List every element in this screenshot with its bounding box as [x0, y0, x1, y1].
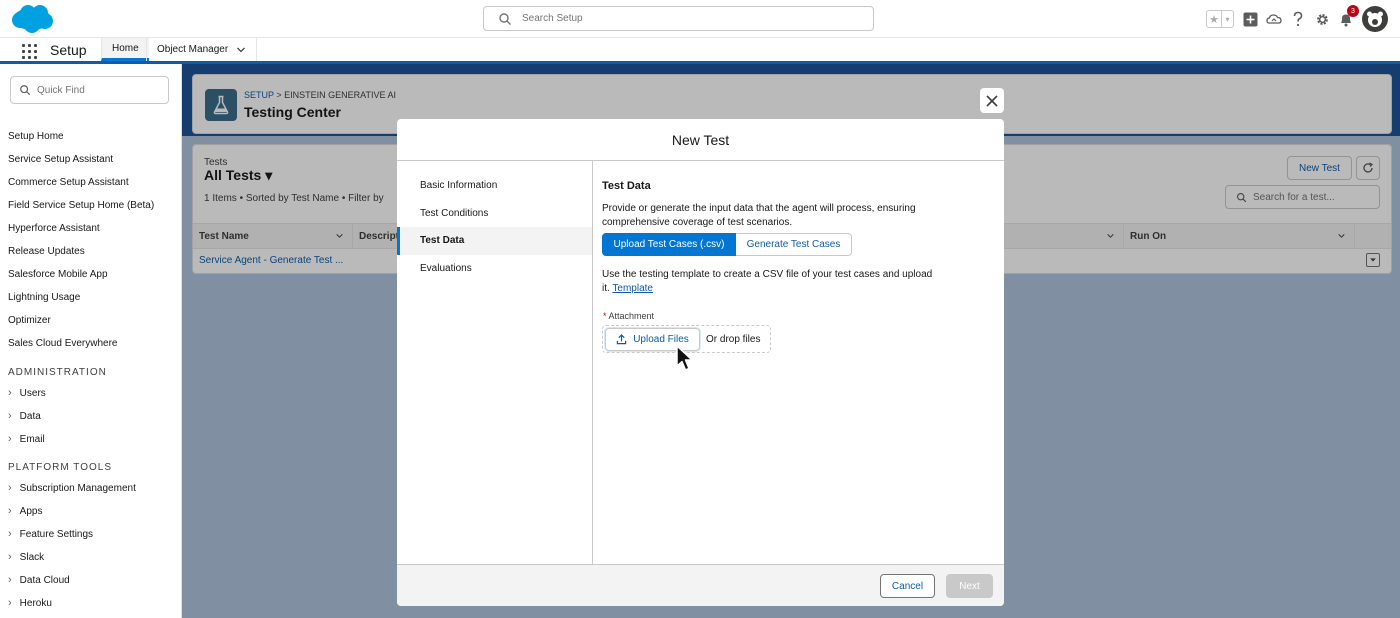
header-utility-icons: ★ ▾ 3 [1206, 5, 1388, 33]
step-content: Test Data Provide or generate the input … [602, 161, 997, 564]
sidebar-item-data-cloud[interactable]: Data Cloud [8, 572, 178, 595]
template-link[interactable]: Template [612, 283, 653, 294]
sidebar-item-sales-cloud-everywhere[interactable]: Sales Cloud Everywhere [8, 336, 178, 359]
star-icon[interactable]: ★ [1207, 11, 1221, 27]
attachment-label: * Attachment [603, 311, 654, 321]
step-test-data[interactable]: Test Data [397, 227, 592, 255]
context-bar: Setup Home Object Manager [0, 38, 1400, 64]
wizard-steps: Basic Information Test Conditions Test D… [397, 161, 593, 564]
next-button[interactable]: Next [946, 574, 993, 598]
favorites-button[interactable]: ★ ▾ [1206, 10, 1234, 28]
step-evaluations[interactable]: Evaluations [397, 255, 592, 283]
section-description: Provide or generate the input data that … [602, 203, 916, 228]
tab-object-manager[interactable]: Object Manager [146, 38, 258, 61]
setup-sidebar: Quick Find Setup Home Service Setup Assi… [0, 64, 182, 618]
sidebar-nav: Setup Home Service Setup Assistant Comme… [8, 129, 178, 618]
template-help-text: Use the testing template to create a CSV… [602, 268, 942, 296]
sidebar-item-data[interactable]: Data [8, 408, 178, 431]
upload-icon [616, 334, 627, 345]
section-title: Test Data [602, 180, 651, 192]
sidebar-item-lightning-usage[interactable]: Lightning Usage [8, 290, 178, 313]
salesforce-logo-icon[interactable] [10, 4, 54, 34]
data-source-toggle: Upload Test Cases (.csv) Generate Test C… [602, 233, 852, 256]
gear-icon[interactable] [1314, 11, 1330, 27]
notification-count-badge: 3 [1347, 5, 1359, 17]
required-indicator: * [603, 311, 607, 321]
sidebar-item-heroku[interactable]: Heroku [8, 595, 178, 618]
trailhead-icon[interactable] [1266, 11, 1282, 27]
tab-object-manager-label: Object Manager [157, 44, 229, 55]
step-test-conditions[interactable]: Test Conditions [397, 200, 592, 228]
chevron-down-icon[interactable] [236, 45, 246, 55]
upload-files-label: Upload Files [633, 334, 689, 345]
tab-home-label: Home [112, 42, 139, 54]
sidebar-item-release-updates[interactable]: Release Updates [8, 244, 178, 267]
sidebar-item-salesforce-mobile-app[interactable]: Salesforce Mobile App [8, 267, 178, 290]
sidebar-item-subscription-management[interactable]: Subscription Management [8, 480, 178, 503]
app-name: Setup [50, 42, 87, 58]
attachment-label-text: Attachment [608, 311, 655, 321]
user-avatar[interactable] [1362, 6, 1388, 32]
sidebar-item-hyperforce-assistant[interactable]: Hyperforce Assistant [8, 221, 178, 244]
sidebar-item-users[interactable]: Users [8, 385, 178, 408]
sidebar-heading-platform-tools: PLATFORM TOOLS [8, 462, 113, 473]
global-search-input[interactable]: Search Setup [483, 6, 874, 31]
modal-body: Basic Information Test Conditions Test D… [397, 161, 1004, 564]
quick-find-placeholder: Quick Find [37, 84, 85, 96]
search-icon [499, 12, 511, 25]
sidebar-item-field-service-setup-home[interactable]: Field Service Setup Home (Beta) [8, 198, 178, 221]
quick-find-input[interactable]: Quick Find [10, 76, 169, 104]
close-icon [986, 94, 998, 107]
sidebar-item-slack[interactable]: Slack [8, 549, 178, 572]
modal-footer: Cancel Next [397, 564, 1004, 606]
global-search-placeholder: Search Setup [522, 13, 583, 24]
app-launcher-icon[interactable] [22, 44, 37, 59]
sidebar-heading-administration: ADMINISTRATION [8, 367, 107, 378]
sidebar-item-optimizer[interactable]: Optimizer [8, 313, 178, 336]
sidebar-item-setup-home[interactable]: Setup Home [8, 129, 178, 152]
drop-files-text: Or drop files [706, 334, 761, 345]
cancel-button[interactable]: Cancel [880, 574, 935, 598]
modal-title: New Test [671, 131, 730, 148]
notifications-bell-icon[interactable]: 3 [1338, 5, 1359, 27]
sidebar-item-commerce-setup-assistant[interactable]: Commerce Setup Assistant [8, 175, 178, 198]
modal-header: New Test [397, 119, 1004, 161]
tab-home[interactable]: Home [101, 38, 149, 61]
sidebar-item-email[interactable]: Email [8, 431, 178, 454]
global-actions-icon[interactable] [1242, 11, 1258, 27]
global-header: Search Setup ★ ▾ 3 [0, 0, 1400, 38]
chevron-down-icon[interactable]: ▾ [1221, 11, 1233, 27]
step-basic-information[interactable]: Basic Information [397, 172, 592, 200]
sidebar-item-apps[interactable]: Apps [8, 503, 178, 526]
modal-close-button[interactable] [980, 88, 1004, 113]
help-icon[interactable] [1290, 11, 1306, 27]
search-icon [20, 85, 31, 96]
sidebar-item-service-setup-assistant[interactable]: Service Setup Assistant [8, 152, 178, 175]
upload-test-cases-button[interactable]: Upload Test Cases (.csv) [602, 233, 736, 256]
new-test-modal: New Test Basic Information Test Conditio… [397, 119, 1004, 606]
generate-test-cases-button[interactable]: Generate Test Cases [736, 233, 852, 256]
sidebar-item-feature-settings[interactable]: Feature Settings [8, 526, 178, 549]
mouse-cursor-icon [676, 345, 693, 371]
